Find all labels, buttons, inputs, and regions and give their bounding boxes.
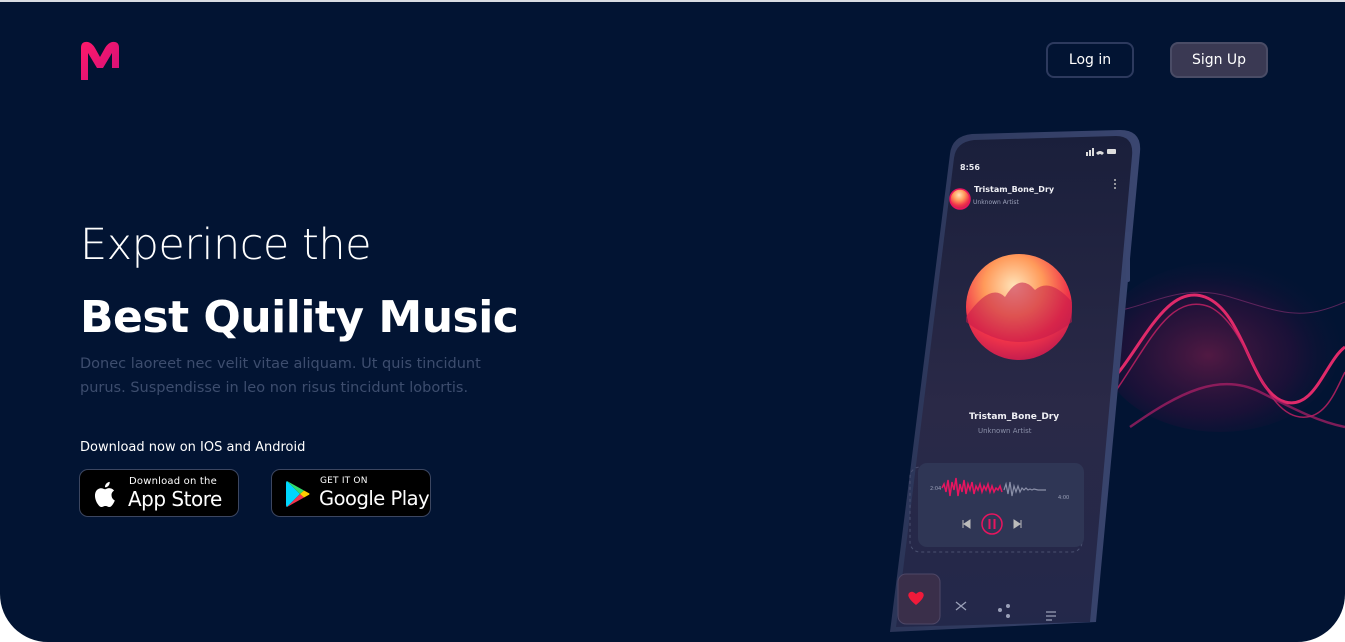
- apple-icon: [94, 481, 115, 508]
- download-label: Download now on IOS and Android: [80, 440, 306, 455]
- app-store-small-text: Download on the: [129, 476, 217, 487]
- hero-section: Log in Sign Up Experince the Best Quilit…: [0, 2, 1345, 642]
- phone-elapsed: 2:04: [930, 486, 941, 492]
- google-play-big-text: Google Play: [319, 487, 430, 510]
- app-store-button[interactable]: Download on the App Store: [79, 469, 239, 517]
- hero-description: Donec laoreet nec velit vitae aliquam. U…: [80, 356, 481, 396]
- phone-track-artist: Unknown Artist: [973, 199, 1019, 206]
- phone-total: 4:00: [1058, 495, 1069, 501]
- phone-main-artist: Unknown Artist: [978, 427, 1032, 435]
- phone-time: 8:56: [960, 163, 980, 172]
- google-play-button[interactable]: GET IT ON Google Play: [271, 469, 431, 517]
- phone-mockup: 8:56 Tristam_Bone_Dry Unknown Artist Tri…: [890, 130, 1141, 632]
- hero-title-line2: Best Quility Music: [80, 292, 519, 343]
- phone-main-title: Tristam_Bone_Dry: [969, 412, 1059, 422]
- battery-icon: [1107, 149, 1116, 154]
- phone-track-title: Tristam_Bone_Dry: [974, 185, 1055, 194]
- app-store-big-text: App Store: [128, 487, 222, 511]
- m-logo-icon[interactable]: [79, 40, 121, 82]
- hero-title-line1: Experince the: [80, 220, 372, 270]
- login-button[interactable]: Log in: [1046, 42, 1134, 78]
- google-play-small-text: GET IT ON: [320, 476, 368, 486]
- more-icon[interactable]: [1114, 179, 1116, 189]
- signup-button[interactable]: Sign Up: [1170, 42, 1268, 78]
- google-play-icon: [286, 481, 310, 507]
